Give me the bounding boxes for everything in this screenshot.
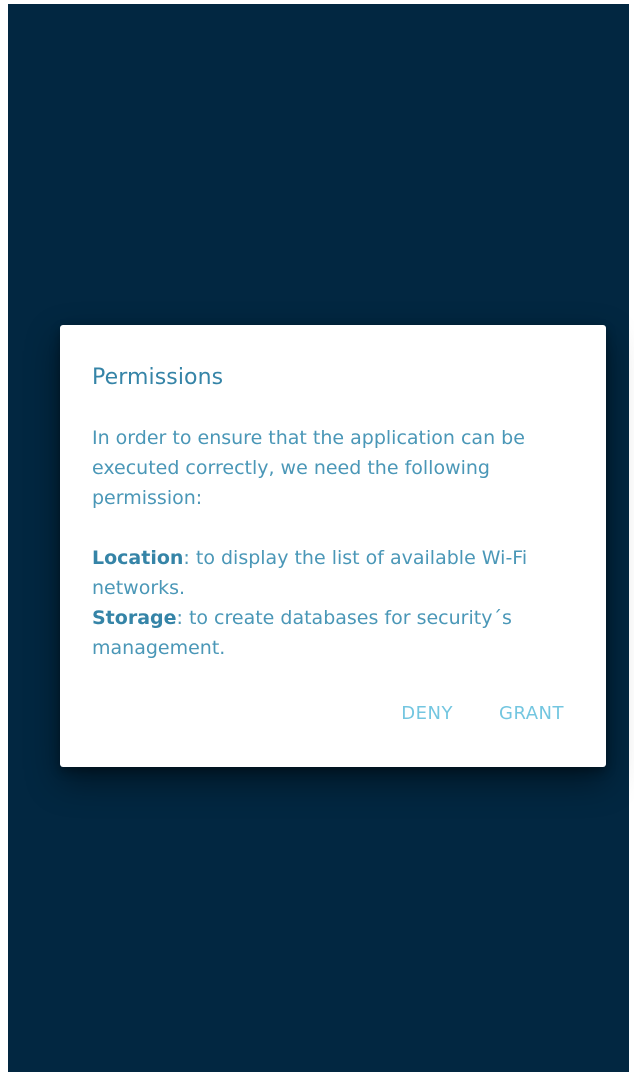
dialog-title: Permissions [92,365,224,390]
dialog-actions: DENY GRANT [401,703,564,724]
permission-location: Location: to display the list of availab… [92,543,574,603]
permissions-dialog: Permissions In order to ensure that the … [60,325,606,767]
permission-storage-name: Storage [92,607,177,629]
grant-button[interactable]: GRANT [499,703,564,724]
deny-button[interactable]: DENY [401,703,453,724]
permission-storage: Storage: to create databases for securit… [92,603,574,663]
dialog-intro: In order to ensure that the application … [92,427,525,509]
app-screen: Permissions In order to ensure that the … [8,4,629,1072]
permission-location-name: Location [92,547,184,569]
dialog-body: In order to ensure that the application … [92,423,574,663]
